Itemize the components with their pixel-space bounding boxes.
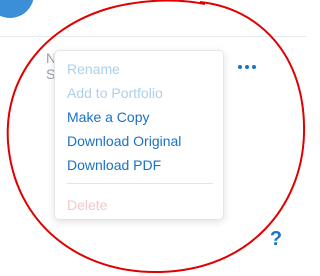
more-options-button[interactable] (234, 58, 260, 76)
context-menu: Rename Add to Portfolio Make a Copy Down… (54, 50, 224, 220)
ellipsis-icon (245, 65, 249, 69)
menu-divider (67, 183, 213, 184)
avatar[interactable] (0, 0, 34, 18)
help-icon[interactable]: ? (268, 228, 284, 250)
menu-item-download-original[interactable]: Download Original (67, 131, 217, 151)
menu-item-rename: Rename (67, 61, 120, 77)
menu-item-make-a-copy[interactable]: Make a Copy (67, 107, 217, 127)
ellipsis-icon (252, 65, 256, 69)
menu-item-delete: Delete (67, 197, 108, 213)
menu-item-download-pdf[interactable]: Download PDF (67, 155, 217, 175)
menu-item-add-to-portfolio: Add to Portfolio (67, 85, 163, 101)
header-divider (0, 36, 306, 37)
ellipsis-icon (238, 65, 242, 69)
